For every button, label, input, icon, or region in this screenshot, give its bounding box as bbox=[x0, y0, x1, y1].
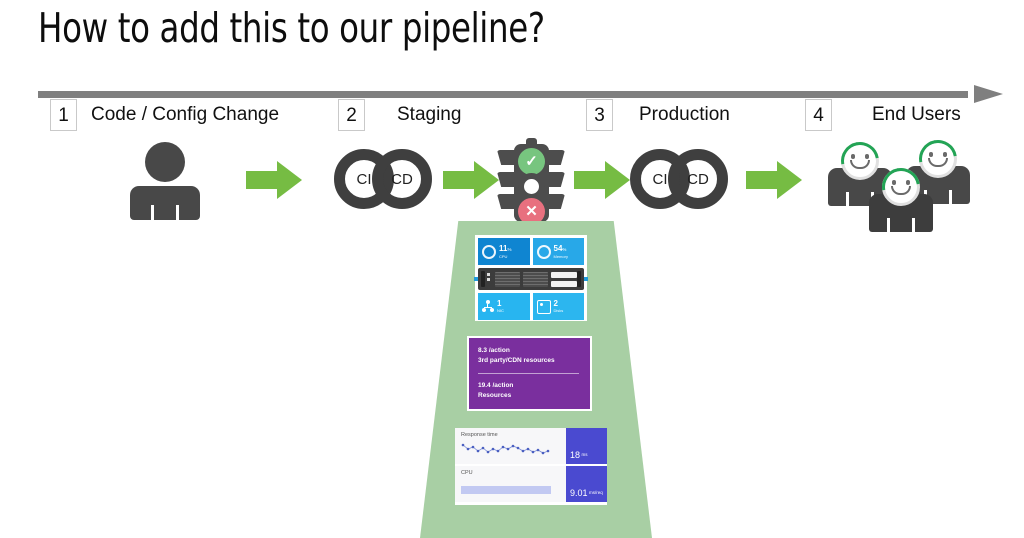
server-rack-icon bbox=[474, 268, 588, 290]
step-label: Production bbox=[639, 104, 730, 125]
step-number: 3 bbox=[586, 99, 613, 131]
memory-label: Memory bbox=[553, 253, 568, 259]
person-icon bbox=[130, 142, 200, 220]
arrow-shaft bbox=[246, 171, 279, 189]
server-tiles-bottom: 1 NIC 2 Disks bbox=[478, 293, 584, 320]
donut-gauge-icon bbox=[536, 244, 551, 259]
disks-value: 2 bbox=[553, 299, 558, 308]
cpu-plot: CPU bbox=[455, 466, 566, 502]
nic-label: NIC bbox=[497, 308, 504, 313]
response-time-plot: Response time bbox=[455, 428, 566, 464]
panel-divider bbox=[478, 373, 579, 374]
rack-drives bbox=[551, 271, 577, 287]
smiley-eyes bbox=[928, 152, 948, 157]
rack-bay bbox=[523, 271, 548, 287]
arrow-tip bbox=[777, 161, 802, 199]
timeline-step-1[interactable]: 1 Code / Config Change bbox=[50, 99, 279, 131]
rack-leds bbox=[487, 272, 492, 286]
end-users-group-icon bbox=[828, 132, 978, 235]
traffic-light-amber-lamp bbox=[518, 173, 545, 200]
cd-ring-label: CD bbox=[668, 149, 728, 209]
flow-arrow-icon-1 bbox=[246, 161, 302, 199]
cpu-value: 11% bbox=[499, 243, 512, 253]
arrow-shaft bbox=[746, 171, 779, 189]
donut-gauge-icon bbox=[482, 244, 496, 259]
server-tile-cpu: 11% CPU bbox=[478, 238, 530, 265]
cpu-label: CPU bbox=[499, 253, 508, 259]
rack-bays bbox=[495, 271, 548, 287]
response-time-row: Response time 18 ms bbox=[455, 428, 607, 464]
timeline-arrowhead-icon bbox=[974, 85, 1003, 103]
cpu-row: CPU 9.01 ms/req bbox=[455, 466, 607, 502]
resources-value: 19.4 /action bbox=[478, 382, 514, 389]
memory-value: 54% bbox=[553, 243, 567, 253]
timeline-step-4[interactable]: 4 End Users bbox=[805, 99, 961, 131]
person-head bbox=[145, 142, 185, 182]
server-tile-disks: 2 Disks bbox=[532, 293, 584, 320]
timeline-bar bbox=[38, 91, 968, 98]
third-party-value: 8.3 /action bbox=[478, 347, 510, 354]
rack-ear-left bbox=[481, 271, 485, 287]
step-number: 1 bbox=[50, 99, 77, 131]
person-notch-right bbox=[949, 190, 952, 204]
rack-pin-right bbox=[584, 277, 588, 281]
timeline-step-3[interactable]: 3 Production bbox=[586, 99, 730, 131]
arrow-shaft bbox=[574, 171, 607, 189]
cross-icon: ✕ bbox=[518, 198, 545, 225]
cpu-badge: 9.01 ms/req bbox=[566, 466, 607, 502]
step-label: Staging bbox=[397, 104, 462, 125]
page-title: How to add this to our pipeline? bbox=[38, 4, 545, 52]
resource-metrics-panel: 8.3 /action 3rd party/CDN resources 19.4… bbox=[467, 336, 592, 411]
step-number: 4 bbox=[805, 99, 832, 131]
ci-cd-icon-staging: CI CD bbox=[334, 149, 432, 211]
flow-arrow-icon-3 bbox=[574, 161, 630, 199]
resources-label: Resources bbox=[478, 392, 512, 399]
rack-bay bbox=[495, 271, 520, 287]
flow-arrow-icon-4 bbox=[746, 161, 802, 199]
arrow-shaft bbox=[443, 171, 476, 189]
arrow-tip bbox=[605, 161, 630, 199]
server-status-card: 11% CPU 54% Memory 1 NIC 2 Disks bbox=[474, 235, 588, 321]
step-number: 2 bbox=[338, 99, 365, 131]
check-icon: ✓ bbox=[518, 148, 545, 175]
traffic-light-icon: ✓ ✕ bbox=[495, 138, 567, 225]
response-time-badge: 18 ms bbox=[566, 428, 607, 464]
network-icon bbox=[482, 300, 494, 313]
step-label: Code / Config Change bbox=[91, 104, 280, 125]
slide-canvas: How to add this to our pipeline? 1 Code … bbox=[0, 0, 1024, 538]
cpu-bar bbox=[461, 486, 551, 494]
person-notch-right bbox=[912, 218, 915, 232]
server-tiles-top: 11% CPU 54% Memory bbox=[478, 238, 584, 265]
rack-pin-left bbox=[474, 277, 478, 281]
person-body bbox=[130, 186, 200, 220]
response-time-sparkline bbox=[461, 443, 550, 455]
flow-arrow-icon-2 bbox=[443, 161, 499, 199]
person-notch-left bbox=[887, 218, 890, 232]
smiley-eyes bbox=[891, 180, 911, 185]
cd-ring-label: CD bbox=[372, 149, 432, 209]
performance-chart-panel: Response time 18 ms CPU 9.01 ms/req bbox=[455, 428, 607, 505]
timeline-step-2[interactable]: 2 Staging bbox=[338, 99, 461, 131]
step-label: End Users bbox=[872, 104, 961, 125]
ci-cd-icon-production: CI CD bbox=[630, 149, 728, 211]
nic-value: 1 bbox=[497, 299, 502, 308]
arrow-tip bbox=[277, 161, 302, 199]
disk-icon bbox=[536, 299, 551, 314]
cpu-chart-title: CPU bbox=[461, 470, 473, 476]
smiley-eyes bbox=[850, 154, 870, 159]
server-tile-memory: 54% Memory bbox=[532, 238, 584, 265]
response-time-title: Response time bbox=[461, 432, 498, 438]
person-notch-left bbox=[151, 205, 154, 220]
person-notch-right bbox=[176, 205, 179, 220]
person-notch-left bbox=[846, 192, 849, 206]
rack-ear-right bbox=[577, 271, 581, 287]
server-tile-nic: 1 NIC bbox=[478, 293, 530, 320]
third-party-label: 3rd party/CDN resources bbox=[478, 357, 555, 364]
disks-label: Disks bbox=[553, 308, 564, 313]
